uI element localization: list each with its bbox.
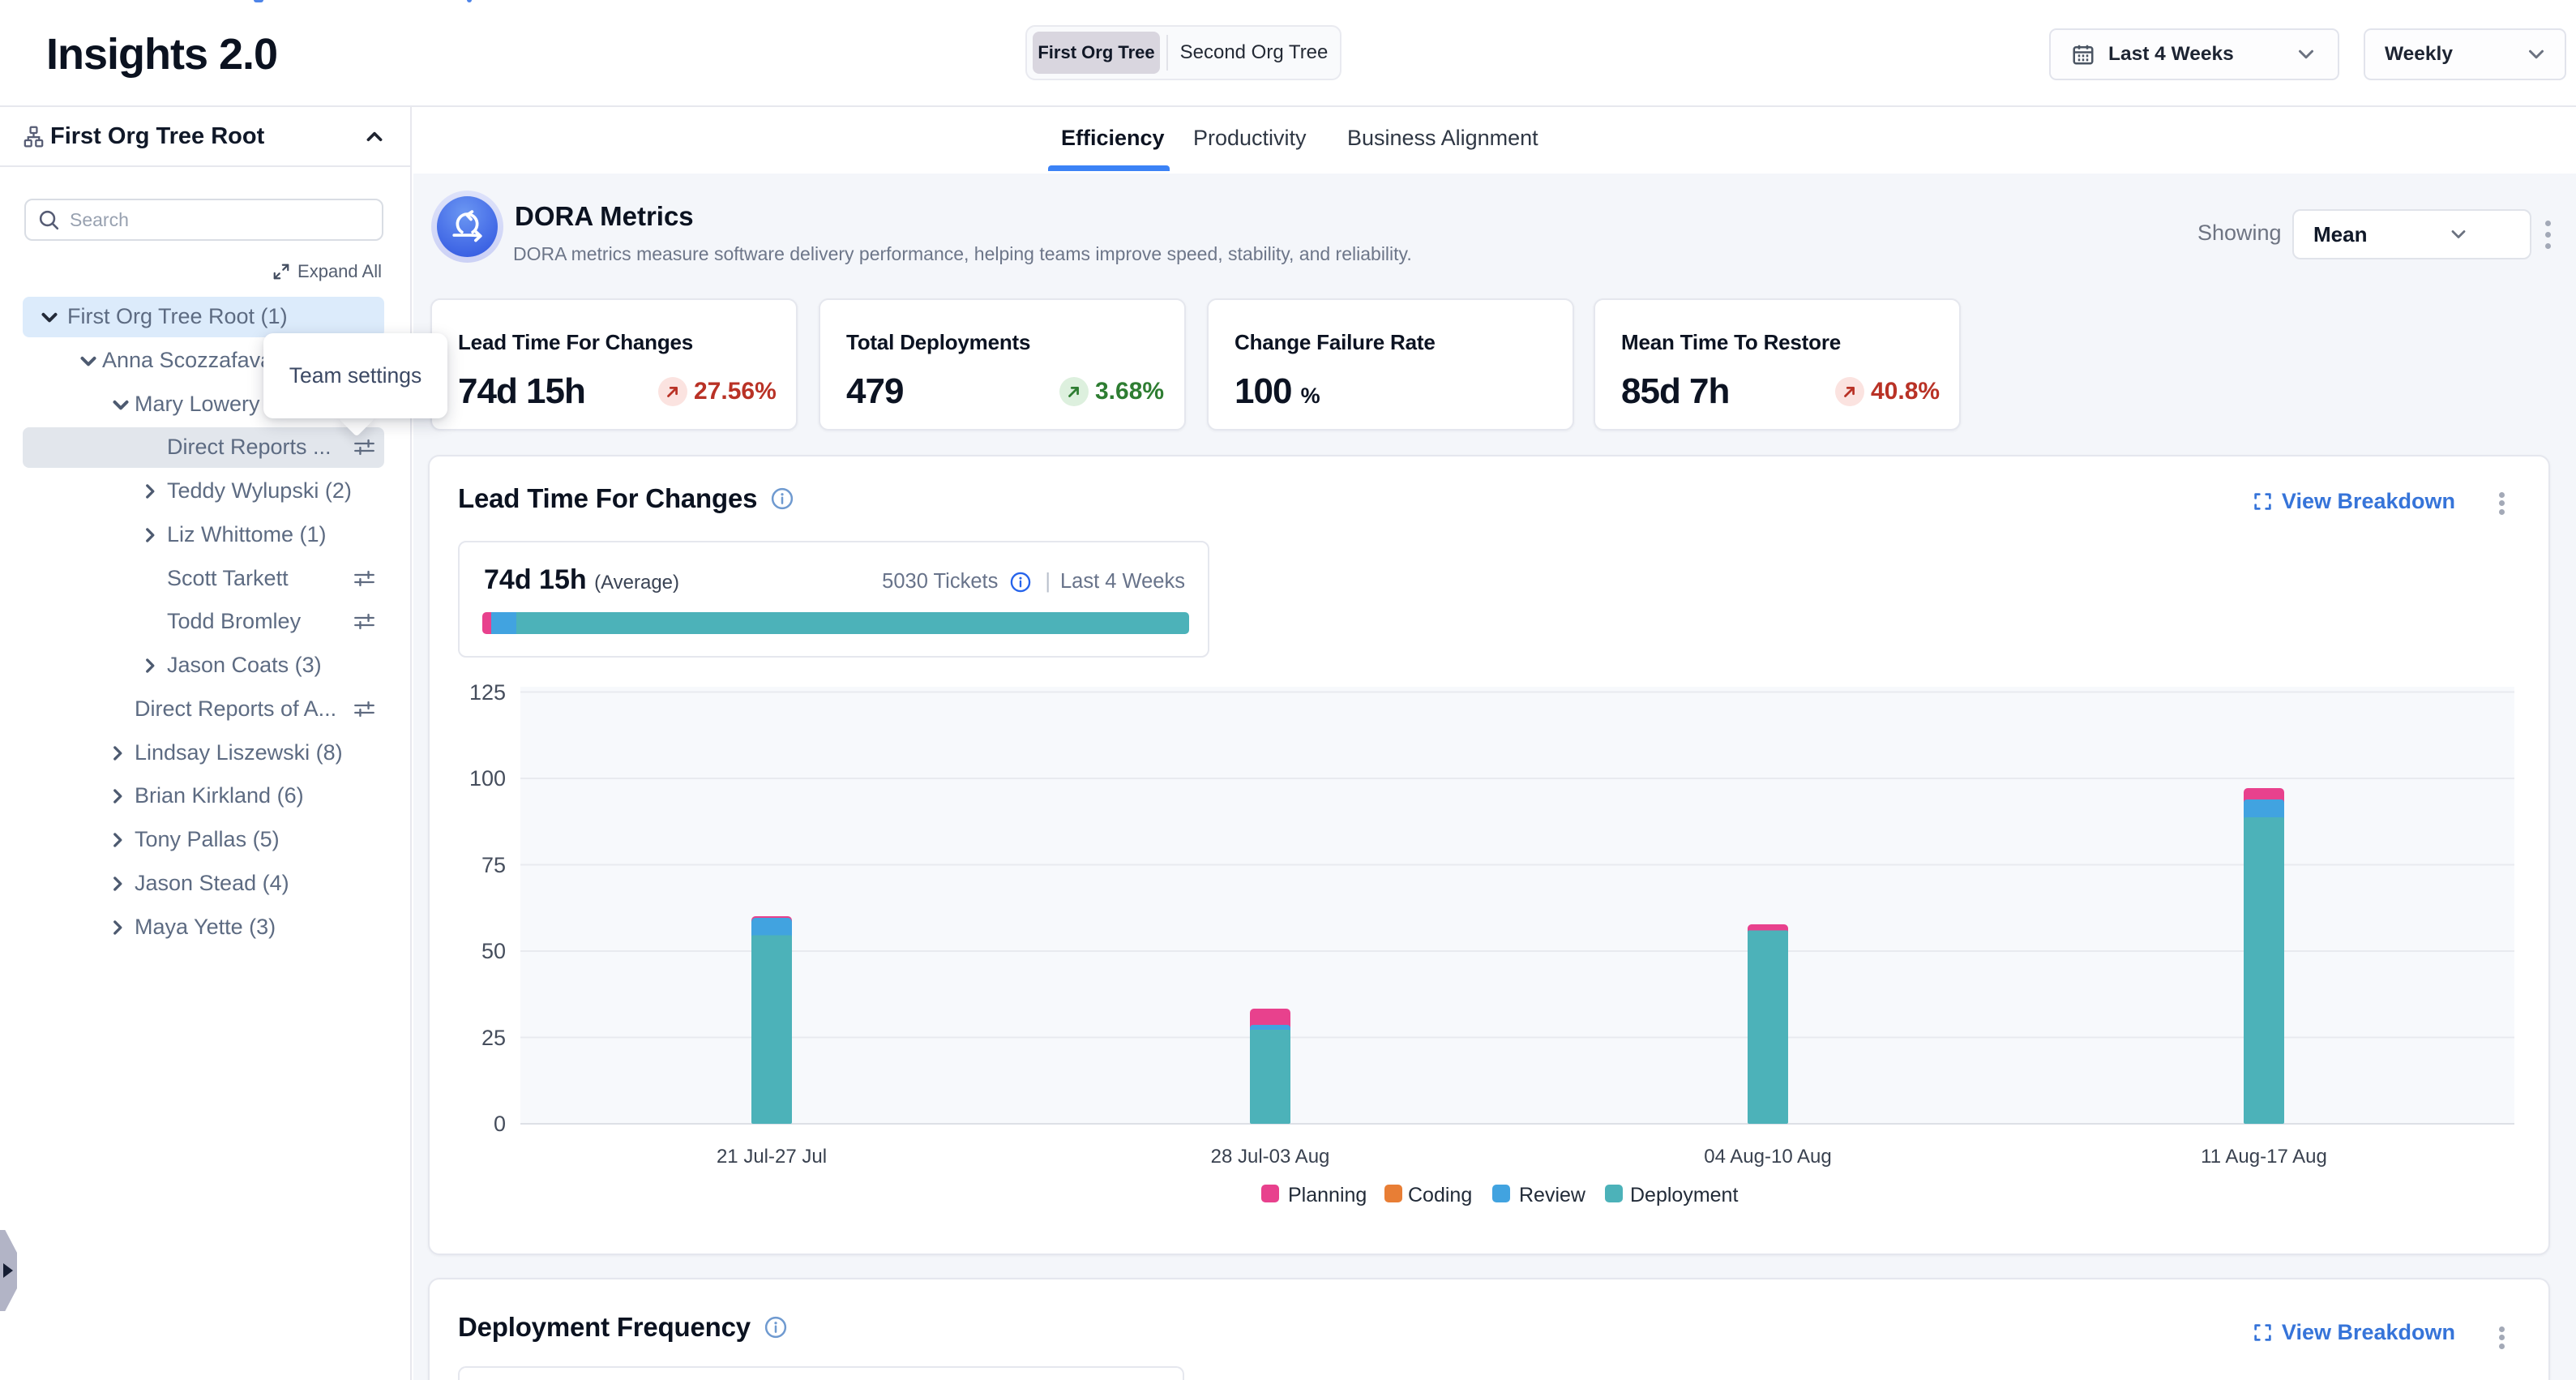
svg-text:28 Jul-03 Aug: 28 Jul-03 Aug: [1211, 1146, 1330, 1168]
svg-text:Deployment: Deployment: [1630, 1184, 1738, 1206]
svg-text:04 Aug-10 Aug: 04 Aug-10 Aug: [1704, 1146, 1831, 1168]
svg-text:125: 125: [469, 680, 506, 705]
svg-text:11 Aug-17 Aug: 11 Aug-17 Aug: [2201, 1146, 2327, 1168]
svg-text:Planning: Planning: [1288, 1184, 1367, 1206]
svg-text:21 Jul-27 Jul: 21 Jul-27 Jul: [717, 1146, 827, 1168]
svg-text:100: 100: [469, 766, 506, 791]
svg-text:75: 75: [481, 853, 506, 877]
svg-text:50: 50: [481, 939, 506, 963]
svg-text:25: 25: [481, 1026, 506, 1050]
svg-text:Review: Review: [1519, 1184, 1586, 1206]
svg-text:0: 0: [494, 1112, 506, 1136]
svg-text:Coding: Coding: [1408, 1184, 1472, 1206]
